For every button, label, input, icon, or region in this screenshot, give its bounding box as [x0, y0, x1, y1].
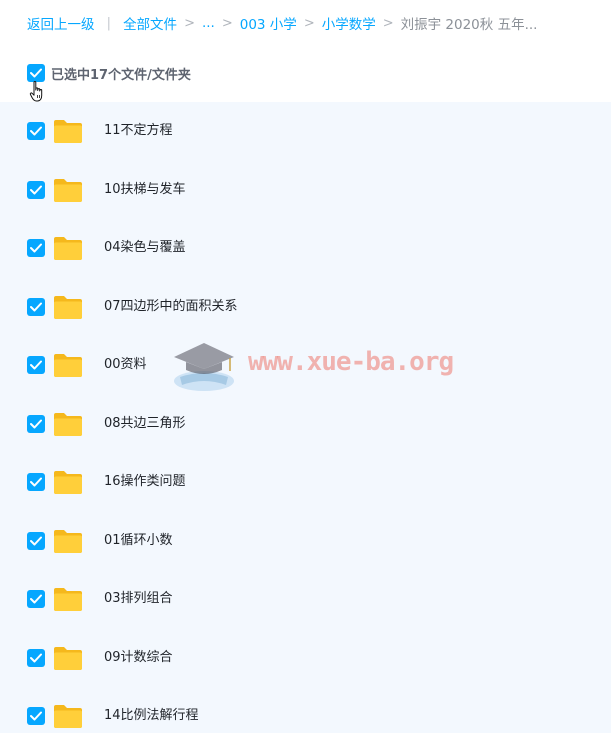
checkmark-icon [30, 126, 42, 136]
folder-icon [54, 120, 82, 143]
row-checkbox[interactable] [27, 239, 45, 257]
folder-icon [54, 178, 82, 202]
file-row[interactable]: 09计数综合 [0, 629, 611, 687]
file-name[interactable]: 10扶梯与发车 [104, 181, 186, 199]
file-name[interactable]: 03排列组合 [104, 590, 173, 608]
checkmark-icon [30, 477, 42, 487]
checkmark-icon [30, 594, 42, 604]
folder-icon [54, 295, 82, 319]
chevron-right-icon: > [221, 15, 233, 31]
file-name[interactable]: 14比例法解行程 [104, 707, 199, 725]
row-checkbox[interactable] [27, 180, 45, 199]
file-name[interactable]: 01循环小数 [104, 532, 173, 550]
file-name[interactable]: 00资料 [104, 356, 147, 374]
watermark: www.xue-ba.org [168, 337, 454, 397]
folder-icon [54, 705, 82, 728]
file-row[interactable]: 10扶梯与发车 [0, 161, 611, 219]
checkmark-icon [30, 536, 42, 545]
file-row[interactable]: 07四边形中的面积关系 [0, 278, 611, 336]
selection-count-text: 已选中17个文件/文件夹 [51, 67, 191, 83]
checkmark-icon [30, 302, 42, 311]
file-row[interactable]: 14比例法解行程 [0, 687, 611, 745]
folder-icon [54, 471, 82, 494]
row-checkbox[interactable] [27, 414, 45, 433]
row-checkbox[interactable] [27, 356, 45, 374]
breadcrumb-level-2[interactable]: 小学数学 [322, 13, 376, 33]
breadcrumb-current: 刘振宇 2020秋 五年... [400, 17, 538, 33]
folder-icon [54, 412, 82, 436]
checkmark-icon [30, 360, 42, 370]
file-name[interactable]: 11不定方程 [104, 122, 173, 140]
hand-pointer-icon [29, 80, 43, 102]
chevron-right-icon: > [382, 15, 394, 31]
selection-bar: 已选中17个文件/文件夹 [27, 62, 191, 84]
file-row[interactable]: 16操作类问题 [0, 453, 611, 511]
checkmark-icon [30, 185, 42, 194]
row-checkbox[interactable] [27, 590, 45, 608]
folder-icon [54, 237, 82, 260]
file-name[interactable]: 04染色与覆盖 [104, 239, 186, 257]
row-checkbox[interactable] [27, 122, 45, 140]
graduation-cap-icon [174, 343, 234, 391]
folder-icon [54, 354, 82, 377]
file-name[interactable]: 07四边形中的面积关系 [104, 298, 238, 316]
breadcrumb: 返回上一级 | 全部文件 > ... > 003 小学 > 小学数学 > 刘振宇… [27, 13, 537, 33]
file-row[interactable]: 04染色与覆盖 [0, 219, 611, 277]
file-row[interactable]: 03排列组合 [0, 570, 611, 628]
file-name[interactable]: 09计数综合 [104, 649, 173, 667]
file-row[interactable]: 11不定方程 [0, 102, 611, 160]
breadcrumb-all-files[interactable]: 全部文件 [123, 13, 177, 33]
file-row[interactable]: 08共边三角形 [0, 395, 611, 453]
row-checkbox[interactable] [27, 531, 45, 550]
checkmark-icon [30, 419, 42, 428]
folder-icon [54, 588, 82, 611]
checkmark-icon [30, 68, 42, 78]
chevron-right-icon: > [184, 15, 195, 31]
row-checkbox[interactable] [27, 648, 45, 667]
checkmark-icon [30, 711, 42, 721]
chevron-right-icon: > [303, 15, 315, 31]
breadcrumb-ellipsis[interactable]: ... [202, 15, 215, 31]
folder-icon [54, 529, 82, 553]
back-link[interactable]: 返回上一级 [27, 13, 95, 33]
file-name[interactable]: 16操作类问题 [104, 473, 186, 491]
row-checkbox[interactable] [27, 473, 45, 491]
breadcrumb-divider: | [106, 15, 112, 31]
row-checkbox[interactable] [27, 707, 45, 725]
checkmark-icon [30, 653, 42, 662]
row-checkbox[interactable] [27, 297, 45, 316]
file-list: 11不定方程 10扶梯与发车 04染色与覆盖 07四边形中的面积关系 00资料 08共边三… [0, 102, 611, 733]
folder-icon [54, 646, 82, 670]
breadcrumb-level-1[interactable]: 003 小学 [240, 13, 297, 33]
file-name[interactable]: 08共边三角形 [104, 415, 186, 433]
file-row[interactable]: 01循环小数 [0, 512, 611, 570]
watermark-text: www.xue-ba.org [248, 347, 454, 377]
checkmark-icon [30, 243, 42, 253]
